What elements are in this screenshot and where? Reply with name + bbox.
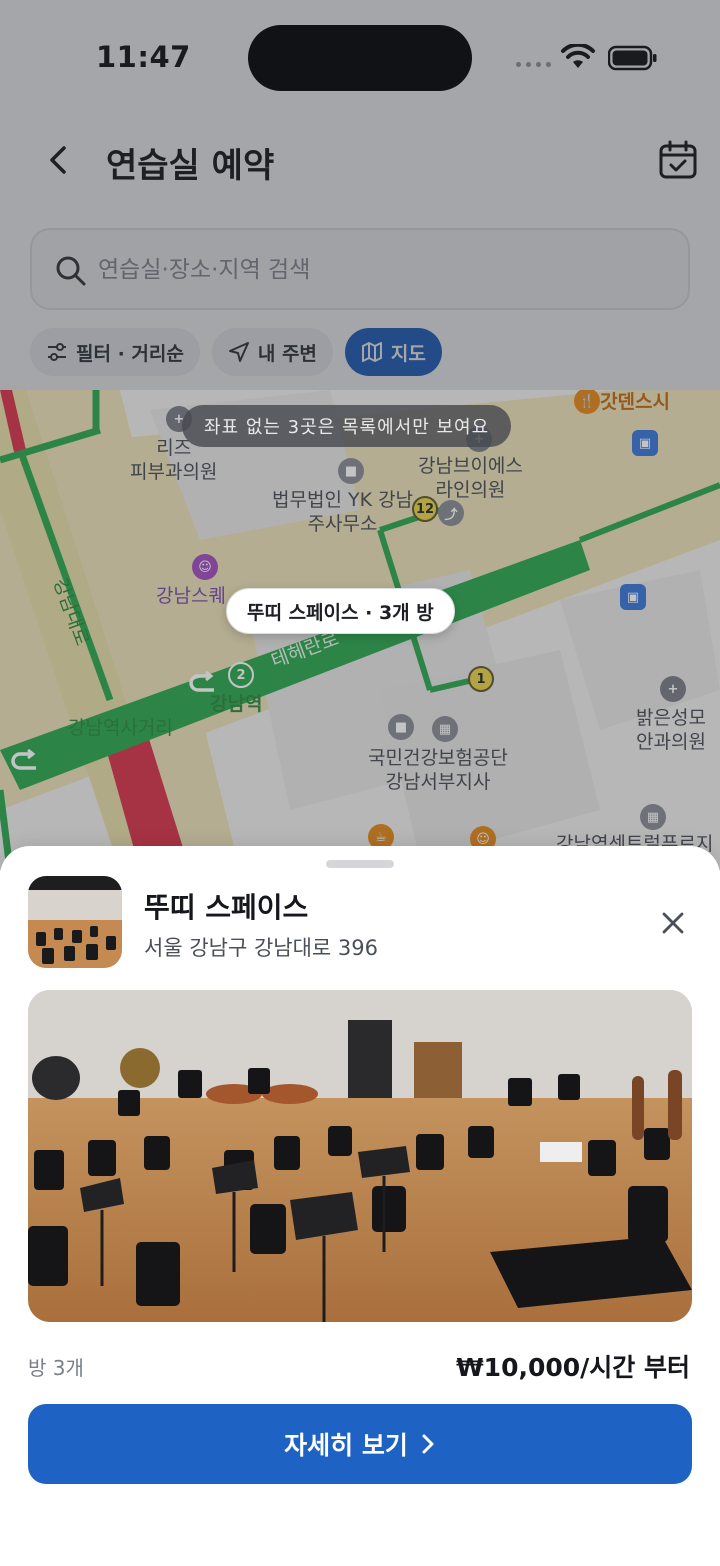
exit-number-12[interactable]: 12 (412, 496, 438, 522)
exit-number-1[interactable]: 1 (468, 666, 494, 692)
sliders-icon (48, 343, 66, 361)
status-time: 11:47 (96, 40, 191, 74)
chip-label: 지도 (390, 342, 426, 365)
search-icon (56, 256, 86, 286)
chip-label: 내 주변 (257, 342, 317, 365)
top-bar-area: 11:47 연습실 예약 연습실·장소·지역 검색 필터 · 거리순 내 주변 … (0, 0, 720, 392)
u-turn-icon (189, 670, 214, 692)
map-label-gangnam-bies: 강남브이에스 라인의원 (418, 455, 523, 501)
view-details-label: 자세히 보기 (284, 1431, 408, 1460)
chevron-left-icon[interactable] (40, 140, 76, 180)
beauty-icon[interactable]: ☺ (192, 554, 218, 580)
venue-name: 뚜띠 스페이스 (144, 891, 309, 924)
map-label-gatdensushi: 갓덴스시 (600, 391, 670, 413)
venue-map-marker[interactable]: 뚜띠 스페이스 · 3개 방 (226, 588, 455, 634)
venue-photo[interactable] (28, 990, 692, 1322)
building-icon[interactable]: ■ (338, 458, 364, 484)
wifi-icon (561, 44, 595, 68)
sheet-drag-handle[interactable] (326, 860, 394, 868)
subway-line2-icon[interactable]: 2 (228, 662, 254, 688)
map-label-gangnam-sky: 강남스퀘 (156, 585, 226, 607)
office-icon[interactable]: ■ (388, 714, 414, 740)
map-label-yk-law: 법무법인 YK 강남 주사무소 (272, 489, 414, 535)
signal-icon (516, 62, 551, 67)
u-turn-icon (11, 748, 36, 770)
map-notice-toast: 좌표 없는 3곳은 목록에서만 보여요 (182, 405, 512, 447)
page-title: 연습실 예약 (106, 146, 275, 186)
chip-nearby[interactable]: 내 주변 (211, 328, 333, 376)
dynamic-island (248, 25, 472, 91)
bus-stop-icon[interactable]: ▣ (620, 584, 646, 610)
escalator-icon[interactable]: ⤴ (438, 500, 464, 526)
chip-map[interactable]: 지도 (344, 328, 442, 376)
chip-filter-sort[interactable]: 필터 · 거리순 (30, 328, 200, 376)
venue-address: 서울 강남구 강남대로 396 (144, 936, 378, 960)
building-icon[interactable]: ▦ (640, 804, 666, 830)
venue-bottom-sheet: 뚜띠 스페이스 서울 강남구 강남대로 396 방 3개 ₩10,000/시간 … (0, 846, 720, 1566)
room-count: 방 3개 (28, 1356, 84, 1380)
building-icon[interactable]: ▦ (432, 716, 458, 742)
calendar-check-icon[interactable] (656, 138, 700, 182)
filter-chips: 필터 · 거리순 내 주변 지도 (30, 328, 442, 376)
hospital-icon[interactable]: + (660, 676, 686, 702)
battery-icon (608, 45, 657, 71)
map-icon (361, 342, 382, 362)
bus-stop-icon[interactable]: ▣ (632, 430, 658, 456)
search-bar[interactable] (30, 228, 690, 310)
navigation-arrow-icon (228, 342, 249, 362)
search-input[interactable] (98, 248, 658, 292)
map-label-gangnam-crossroad: 강남역사거리 (68, 717, 173, 739)
chip-label: 필터 · 거리순 (76, 342, 184, 365)
view-details-button[interactable]: 자세히 보기 (28, 1404, 692, 1484)
price-label: ₩10,000/시간 부터 (456, 1353, 690, 1382)
venue-thumbnail (28, 876, 122, 968)
map-label-bright-eye: 밝은성모 안과의원 (636, 707, 706, 753)
chevron-right-icon (422, 1434, 434, 1454)
close-icon[interactable] (656, 906, 690, 940)
map-label-nhis: 국민건강보험공단 강남서부지사 (368, 747, 508, 793)
app-header: 연습실 예약 (0, 118, 720, 202)
status-bar: 11:47 (0, 0, 720, 110)
